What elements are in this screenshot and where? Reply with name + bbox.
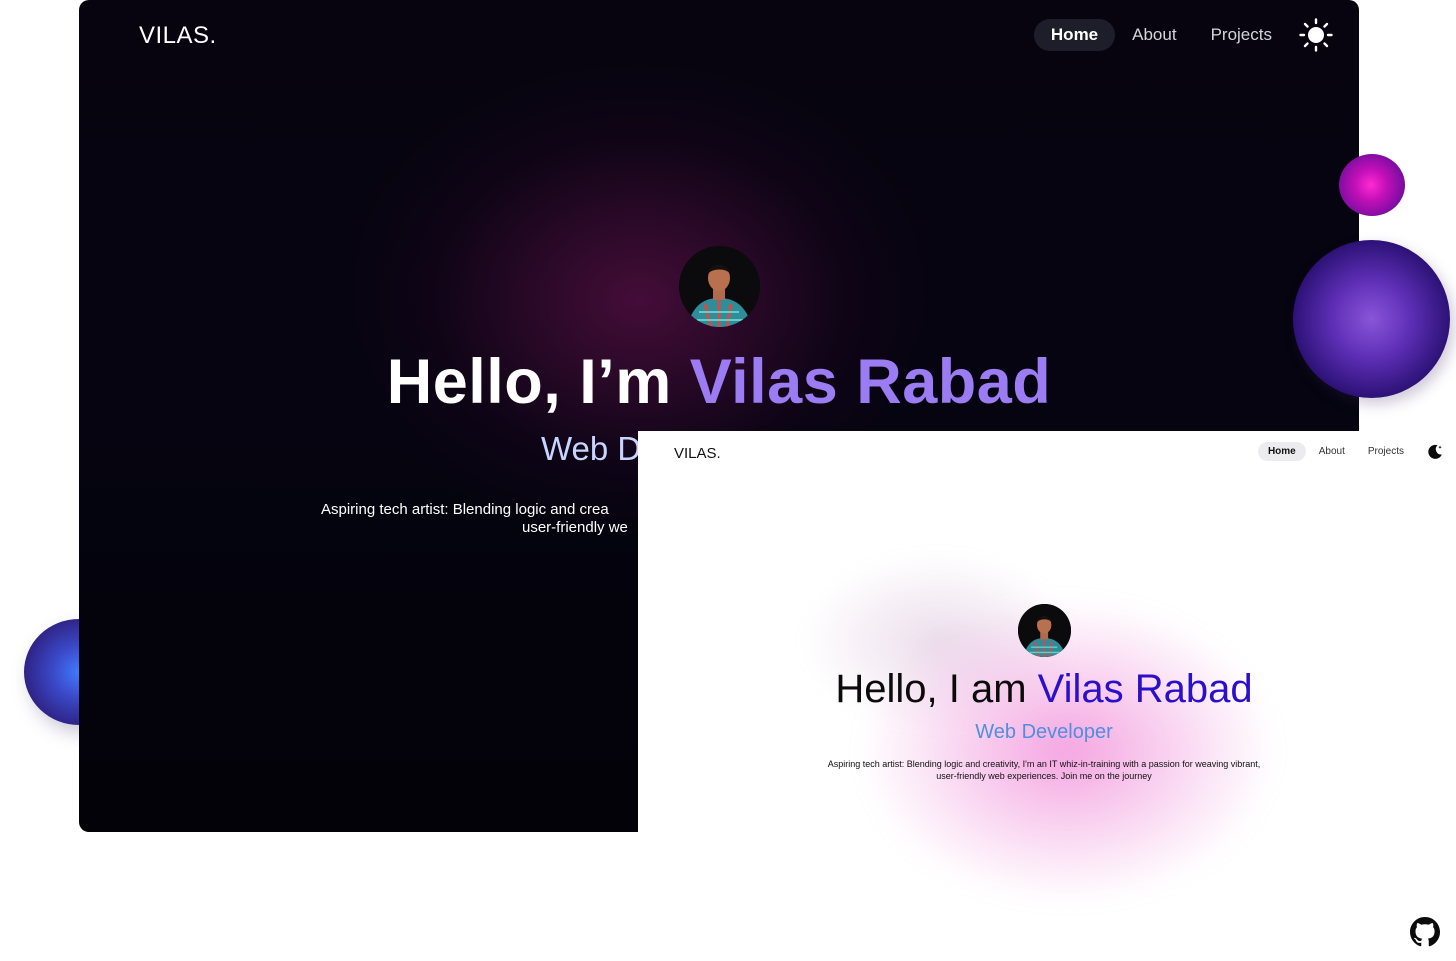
decorative-pink-orb <box>1339 154 1405 216</box>
site-logo[interactable]: VILAS. <box>674 445 721 462</box>
github-icon[interactable] <box>1410 917 1440 947</box>
sun-icon[interactable] <box>1299 18 1333 52</box>
nav-about-link[interactable]: About <box>1115 19 1193 51</box>
nav-projects-link[interactable]: Projects <box>1358 442 1414 461</box>
light-theme-preview: VILAS. Home About Projects Hello, I am V… <box>638 431 1456 961</box>
nav-home-link[interactable]: Home <box>1033 19 1116 51</box>
avatar-photo <box>679 246 760 327</box>
hero-description-line1: Aspiring tech artist: Blending logic and… <box>321 501 609 518</box>
hero-description-line2: user-friendly web experiences. Join me o… <box>936 770 1152 781</box>
hero-name: Vilas Rabad <box>1037 667 1253 711</box>
avatar-photo <box>1018 604 1071 657</box>
hero-description-line2: user-friendly we <box>522 519 628 536</box>
avatar <box>1018 604 1071 657</box>
hero-heading: Hello, I’m Vilas Rabad <box>79 346 1359 418</box>
avatar <box>679 246 760 327</box>
hero-role: Web D <box>541 430 642 467</box>
hero-description-line1: Aspiring tech artist: Blending logic and… <box>827 759 1261 769</box>
nav-about-link[interactable]: About <box>1309 442 1355 461</box>
hero-greeting: Hello, I am <box>835 667 1038 711</box>
hero-description: Aspiring tech artist: Blending logic and… <box>638 759 1450 782</box>
nav-projects-link[interactable]: Projects <box>1194 19 1289 51</box>
hero-greeting: Hello, I’m <box>386 347 690 417</box>
moon-icon[interactable] <box>1426 443 1444 461</box>
nav-home-link[interactable]: Home <box>1257 442 1306 461</box>
top-nav: Home About Projects <box>1255 442 1444 461</box>
top-nav: Home About Projects <box>1033 18 1333 52</box>
hero-name: Vilas Rabad <box>689 347 1052 417</box>
decorative-purple-orb <box>1293 240 1450 398</box>
hero-role: Web Developer <box>975 721 1113 743</box>
hero-heading: Hello, I am Vilas Rabad <box>638 667 1450 712</box>
site-logo[interactable]: VILAS. <box>139 22 217 50</box>
